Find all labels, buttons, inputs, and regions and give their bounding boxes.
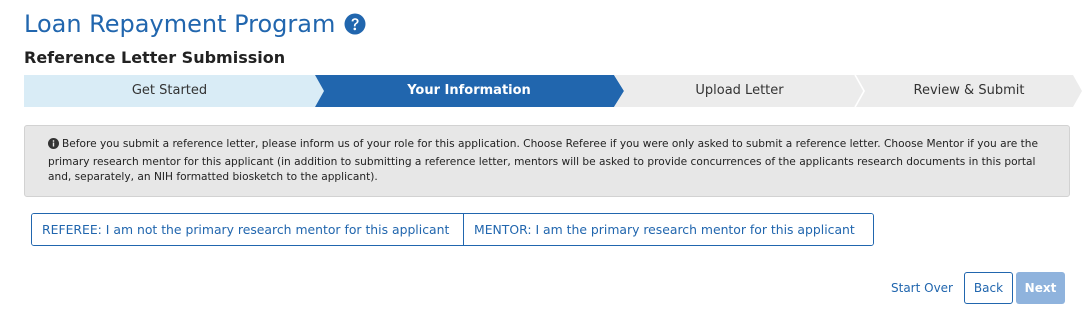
step-your-information: Your Information <box>407 83 531 98</box>
back-button[interactable]: Back <box>964 272 1013 304</box>
page-title-text: Loan Repayment Program <box>24 10 336 38</box>
referee-role-button[interactable]: REFEREE: I am not the primary research m… <box>32 214 463 245</box>
page-subtitle: Reference Letter Submission <box>24 48 286 67</box>
next-button[interactable]: Next <box>1016 272 1065 304</box>
question-circle-icon[interactable] <box>344 13 366 35</box>
step-review-submit: Review & Submit <box>913 83 1025 98</box>
info-circle-icon <box>48 138 59 155</box>
info-text: Before you submit a reference letter, pl… <box>48 138 1038 183</box>
role-selector: REFEREE: I am not the primary research m… <box>31 213 874 246</box>
page-title: Loan Repayment Program <box>24 10 366 38</box>
mentor-role-button[interactable]: MENTOR: I am the primary research mentor… <box>463 214 873 245</box>
start-over-link[interactable]: Start Over <box>891 272 953 304</box>
progress-stepper: Get Started Your Information Upload Lett… <box>24 75 1082 107</box>
step-upload-letter: Upload Letter <box>695 83 784 98</box>
info-alert: Before you submit a reference letter, pl… <box>24 125 1070 197</box>
step-get-started: Get Started <box>131 83 208 98</box>
